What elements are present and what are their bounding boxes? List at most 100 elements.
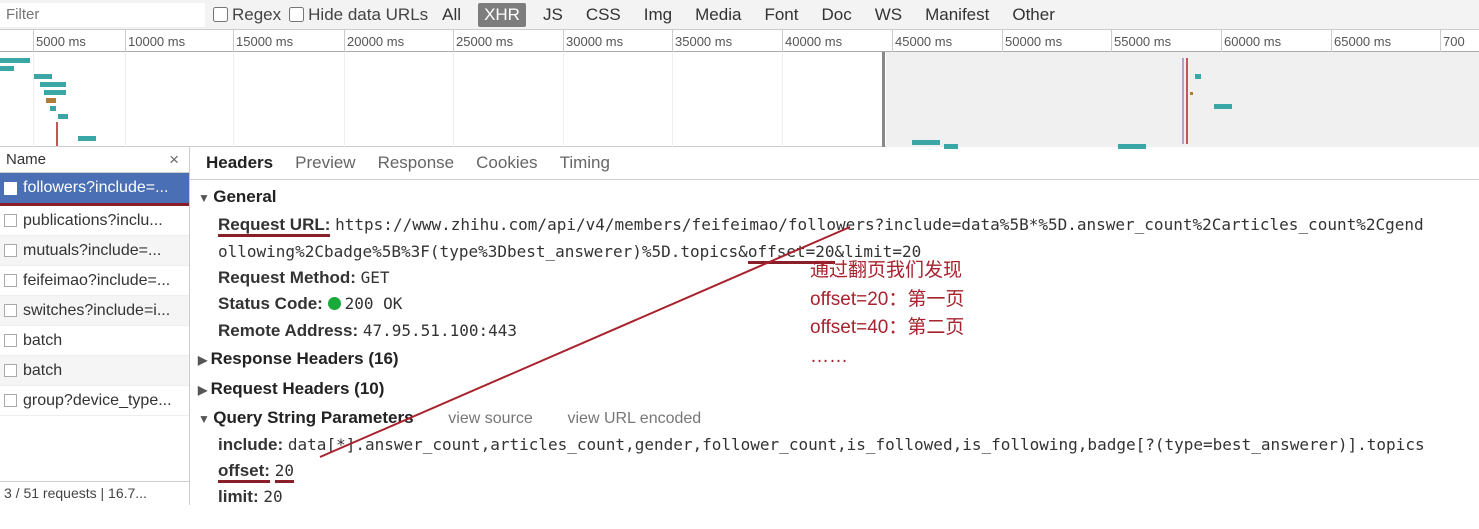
timeline-end-marker[interactable] <box>882 52 885 147</box>
type-tab-js[interactable]: JS <box>537 3 569 27</box>
qs-offset-label: offset: <box>218 461 270 483</box>
timeline-tick: 10000 ms <box>128 34 185 49</box>
timeline-bar[interactable] <box>1195 74 1201 79</box>
general-status-code: Status Code: 200 OK <box>198 291 1471 317</box>
request-row[interactable]: switches?include=i... <box>0 296 189 326</box>
general-request-url: Request URL: https://www.zhihu.com/api/v… <box>198 212 1471 265</box>
timeline-bar[interactable] <box>1190 92 1193 95</box>
general-remote-address: Remote Address: 47.95.51.100:443 <box>198 318 1471 344</box>
close-icon[interactable]: × <box>165 150 183 170</box>
request-row[interactable]: followers?include=... <box>0 173 189 206</box>
detail-tab-preview[interactable]: Preview <box>293 151 357 175</box>
timeline-bar[interactable] <box>50 106 56 111</box>
timeline-bar[interactable] <box>0 66 14 71</box>
regex-checkbox-input[interactable] <box>213 7 228 22</box>
detail-tab-headers[interactable]: Headers <box>204 151 275 175</box>
detail-tab-timing[interactable]: Timing <box>558 151 612 175</box>
hide-data-urls-label: Hide data URLs <box>308 5 428 25</box>
type-tab-xhr[interactable]: XHR <box>478 3 526 27</box>
hide-data-urls-checkbox-input[interactable] <box>289 7 304 22</box>
qs-limit: limit: 20 <box>198 484 1471 505</box>
request-row-label: publications?inclu... <box>23 212 163 230</box>
type-tab-ws[interactable]: WS <box>869 3 908 27</box>
timeline-tick: 15000 ms <box>236 34 293 49</box>
timeline-bar[interactable] <box>912 140 940 145</box>
request-method-label: Request Method: <box>218 268 356 287</box>
timeline-bar[interactable] <box>58 114 68 119</box>
type-tab-doc[interactable]: Doc <box>815 3 857 27</box>
request-row[interactable]: batch <box>0 326 189 356</box>
timeline-bar[interactable] <box>46 98 56 103</box>
type-tab-all[interactable]: All <box>436 3 467 27</box>
section-general[interactable]: General <box>198 182 1471 212</box>
request-url-offset-segment: offset=20 <box>748 242 835 264</box>
timeline-bar[interactable] <box>1214 104 1232 109</box>
timeline-bar[interactable] <box>44 90 66 95</box>
timeline-tick: 50000 ms <box>1005 34 1062 49</box>
request-row-label: switches?include=i... <box>23 302 170 320</box>
request-detail-pane: Headers Preview Response Cookies Timing Gene… <box>190 147 1479 505</box>
request-url-value-line2b: &limit=20 <box>835 242 922 261</box>
hide-data-urls-checkbox[interactable]: Hide data URLs <box>289 5 428 25</box>
request-row-label: feifeimao?include=... <box>23 272 170 290</box>
timeline-bar[interactable] <box>34 74 52 79</box>
status-code-label: Status Code: <box>218 294 323 313</box>
qs-include-label: include: <box>218 435 283 454</box>
type-tab-manifest[interactable]: Manifest <box>919 3 995 27</box>
view-source-link[interactable]: view source <box>448 410 532 427</box>
network-toolbar: Regex Hide data URLs All XHR JS CSS Img Media… <box>0 0 1479 30</box>
detail-tab-cookies[interactable]: Cookies <box>474 151 539 175</box>
remote-address-label: Remote Address: <box>218 321 358 340</box>
file-icon <box>4 334 17 347</box>
section-response-headers[interactable]: Response Headers (16) <box>198 344 1471 374</box>
view-url-encoded-link[interactable]: view URL encoded <box>567 410 701 427</box>
filter-input[interactable] <box>0 3 205 27</box>
request-row-label: followers?include=... <box>23 179 168 197</box>
timeline-tick: 45000 ms <box>895 34 952 49</box>
qs-include-value: data[*].answer_count,articles_count,gend… <box>288 435 1425 454</box>
timeline-tick: 25000 ms <box>456 34 513 49</box>
type-tab-other[interactable]: Other <box>1006 3 1061 27</box>
file-icon <box>4 364 17 377</box>
file-icon <box>4 394 17 407</box>
type-tab-img[interactable]: Img <box>638 3 678 27</box>
request-row[interactable]: mutuals?include=... <box>0 236 189 266</box>
type-tab-font[interactable]: Font <box>758 3 804 27</box>
request-row-label: mutuals?include=... <box>23 242 161 260</box>
request-row[interactable]: group?device_type... <box>0 386 189 416</box>
request-row[interactable]: publications?inclu... <box>0 206 189 236</box>
file-icon <box>4 244 17 257</box>
timeline-tick: 65000 ms <box>1334 34 1391 49</box>
request-row[interactable]: feifeimao?include=... <box>0 266 189 296</box>
general-request-method: Request Method: GET <box>198 265 1471 291</box>
qs-limit-label: limit: <box>218 487 259 505</box>
file-icon <box>4 274 17 287</box>
section-request-headers[interactable]: Request Headers (10) <box>198 374 1471 404</box>
status-code-value: 200 OK <box>345 294 403 313</box>
timeline-bar[interactable] <box>56 122 58 146</box>
timeline-tick: 60000 ms <box>1224 34 1281 49</box>
qs-limit-value: 20 <box>263 487 282 505</box>
request-url-value-line2a: ollowing%2Cbadge%5B%3F(type%3Dbest_answe… <box>218 242 748 261</box>
request-list-header: Name × <box>0 147 189 173</box>
request-list[interactable]: followers?include=... publications?inclu.… <box>0 173 189 481</box>
status-dot-icon <box>328 297 341 310</box>
name-column-header[interactable]: Name <box>6 151 46 168</box>
timeline-bar[interactable] <box>40 82 66 87</box>
timeline-bar[interactable] <box>1186 58 1188 144</box>
type-tab-css[interactable]: CSS <box>580 3 627 27</box>
regex-checkbox[interactable]: Regex <box>213 5 281 25</box>
detail-tab-response[interactable]: Response <box>376 151 457 175</box>
qs-offset-value: 20 <box>275 461 294 483</box>
network-timeline[interactable]: 5000 ms10000 ms15000 ms20000 ms25000 ms3… <box>0 30 1479 147</box>
request-row-label: group?device_type... <box>23 392 172 410</box>
type-tab-media[interactable]: Media <box>689 3 747 27</box>
request-row[interactable]: batch <box>0 356 189 386</box>
request-row-label: batch <box>23 332 62 350</box>
timeline-tick: 55000 ms <box>1114 34 1171 49</box>
regex-label: Regex <box>232 5 281 25</box>
timeline-bar[interactable] <box>1182 58 1184 144</box>
timeline-bar[interactable] <box>78 136 96 141</box>
section-query-string[interactable]: Query String Parameters <box>198 406 414 429</box>
timeline-bar[interactable] <box>0 58 30 63</box>
